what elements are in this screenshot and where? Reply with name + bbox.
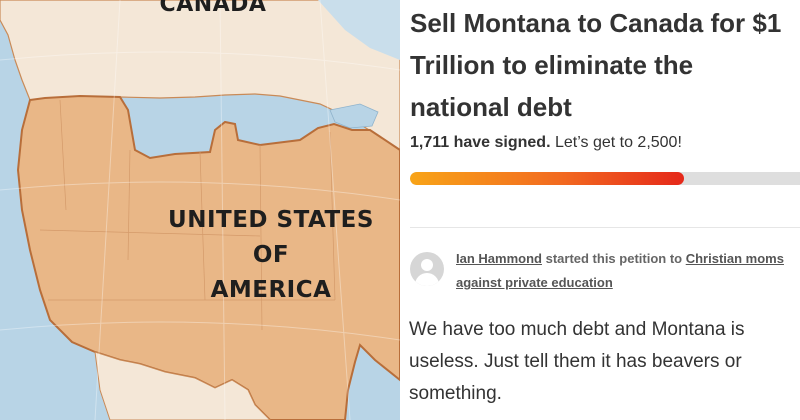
starter-name-link[interactable]: Ian Hammond xyxy=(456,251,542,266)
map-label-usa-line3: AMERICA xyxy=(210,277,332,303)
map-label-usa: UNITED STATES OF AMERICA xyxy=(140,203,400,308)
signature-status: 1,711 have signed. Let’s get to 2,500! xyxy=(410,134,682,152)
signature-count: 1,711 have signed. xyxy=(410,134,551,151)
petition-starter-line: Ian Hammond started this petition to Chr… xyxy=(456,247,796,295)
signature-progress-fill xyxy=(410,172,684,185)
signature-progress-bar xyxy=(410,172,800,185)
petition-description: We have too much debt and Montana is use… xyxy=(409,319,745,404)
divider xyxy=(410,227,800,228)
map-label-usa-line1: UNITED STATES xyxy=(168,207,374,233)
avatar[interactable] xyxy=(410,252,444,286)
map-label-usa-line2: OF xyxy=(252,242,290,268)
avatar-head-icon xyxy=(421,259,433,271)
petition-title: Sell Montana to Canada for $1 Trillion t… xyxy=(410,8,782,122)
starter-verb: started this petition to xyxy=(545,251,683,266)
avatar-body-icon xyxy=(415,273,439,286)
map-label-canada: CANADA xyxy=(159,0,267,17)
map-image: CANADA UNITED STATES OF AMERICA xyxy=(0,0,400,420)
signature-goal: Let’s get to 2,500! xyxy=(554,134,682,151)
